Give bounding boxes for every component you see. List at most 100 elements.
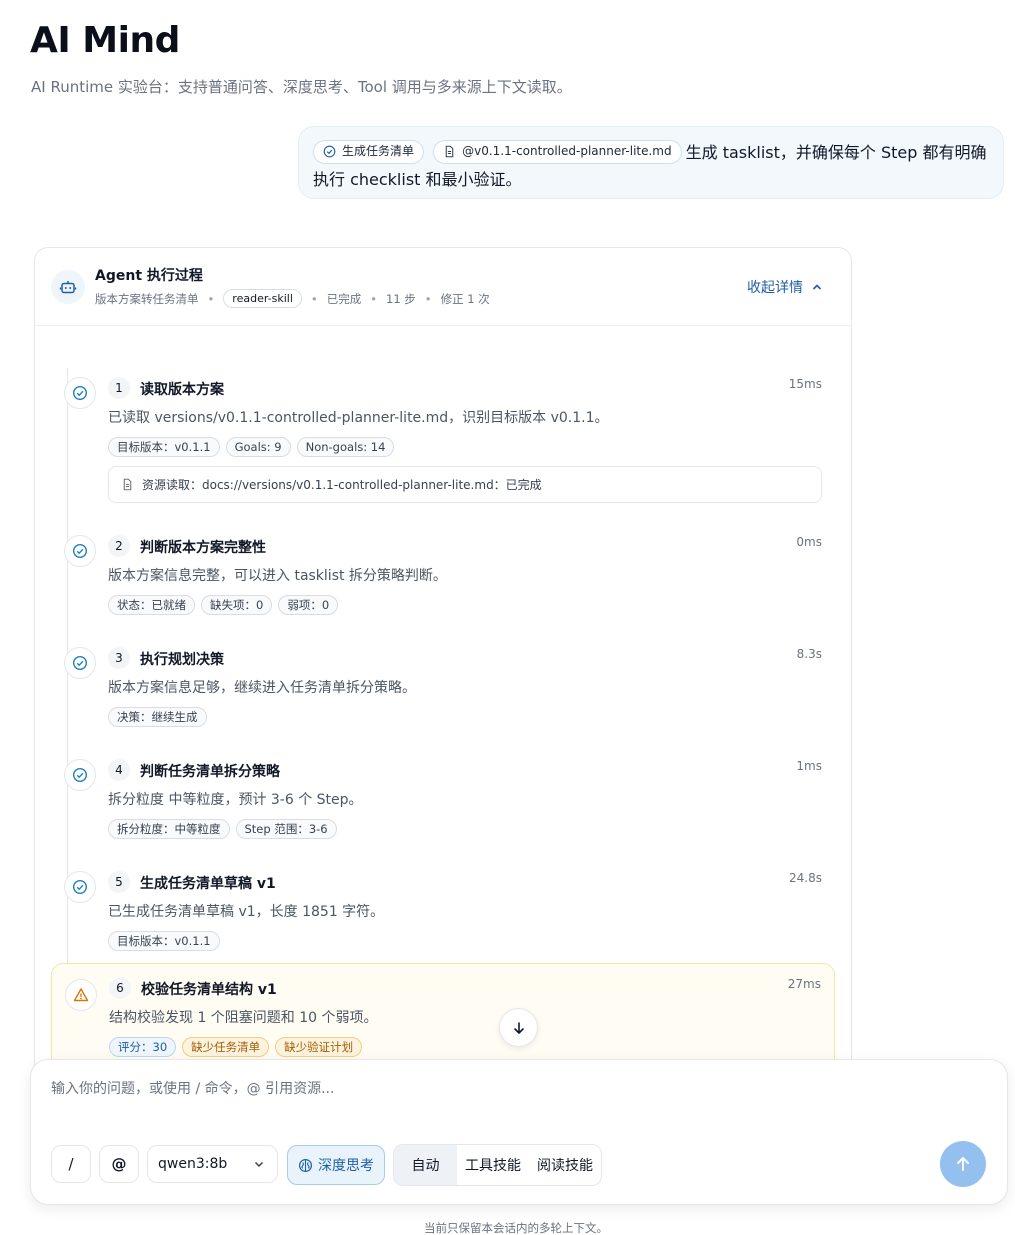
brain-icon (298, 1158, 313, 1172)
check-circle-icon (72, 385, 88, 401)
agent-panel-meta: 版本方案转任务清单 • reader-skill • 已完成 • 11 步 • … (95, 289, 490, 308)
step-duration: 8.3s (796, 647, 822, 661)
step-description: 版本方案信息足够，继续进入任务清单拆分策略。 (108, 680, 416, 696)
step-tag: Step 范围：3-6 (235, 819, 337, 839)
meta-revisions: 修正 1 次 (440, 291, 490, 306)
step-duration: 27ms (787, 977, 821, 991)
model-select-value: qwen3:8b (158, 1156, 228, 1172)
step-title: 判断任务清单拆分策略 (140, 764, 280, 780)
step-tag: 缺失项：0 (201, 595, 273, 615)
file-icon (123, 478, 132, 491)
step-tags: 评分：30 缺少任务清单 缺少验证计划 (109, 1037, 363, 1057)
step-status (64, 377, 96, 409)
step-number: 5 (108, 871, 130, 893)
step-tag: Goals: 9 (225, 437, 291, 457)
skill-chip-label: 生成任务清单 (342, 144, 415, 158)
step-tags: 拆分粒度：中等粒度 Step 范围：3-6 (108, 819, 337, 839)
meta-separator: • (370, 291, 377, 306)
step-tag: 拆分粒度：中等粒度 (108, 819, 230, 839)
meta-separator: • (310, 291, 318, 306)
footer-note: 当前只保留本会话内的多轮上下文。 (424, 1221, 608, 1235)
step-tag-score: 评分：30 (109, 1037, 177, 1057)
chat-composer: / @ qwen3:8b 深度思考 自动 工具技能 阅读技能 (30, 1059, 1008, 1205)
arrow-up-icon (957, 1157, 969, 1171)
agent-panel-title: Agent 执行过程 (95, 268, 203, 284)
app-title: AI Mind (30, 20, 180, 61)
step-description: 已读取 versions/v0.1.1-controlled-planner-l… (108, 410, 609, 426)
step-tag: 目标版本：v0.1.1 (108, 437, 220, 457)
file-icon (445, 145, 454, 158)
step-title: 读取版本方案 (140, 382, 224, 398)
agent-avatar (51, 270, 85, 304)
check-circle-icon (72, 767, 88, 783)
step-tags: 目标版本：v0.1.1 Goals: 9 Non-goals: 14 (108, 437, 395, 457)
collapse-details-label: 收起详情 (747, 280, 803, 296)
warning-icon (73, 988, 89, 1002)
step-description: 已生成任务清单草稿 v1，长度 1851 字符。 (108, 904, 385, 920)
scroll-to-bottom-button[interactable] (499, 1008, 538, 1047)
step-number: 6 (109, 977, 131, 999)
step-number: 3 (108, 647, 130, 669)
step-duration: 15ms (788, 377, 822, 391)
step-description: 拆分粒度 中等粒度，预计 3-6 个 Step。 (108, 792, 363, 808)
meta-status: 已完成 (326, 291, 362, 306)
skill-chip[interactable]: 生成任务清单 (313, 139, 425, 164)
app-subtitle: AI Runtime 实验台：支持普通问答、深度思考、Tool 调用与多来源上下… (31, 78, 572, 96)
step-number: 1 (108, 377, 130, 399)
step-5: 5 生成任务清单草稿 v1 24.8s 已生成任务清单草稿 v1，长度 1851… (51, 862, 835, 962)
mention-button[interactable]: @ (99, 1145, 139, 1183)
slash-command-button[interactable]: / (51, 1145, 91, 1183)
step-title: 生成任务清单草稿 v1 (140, 876, 276, 892)
mode-segmented-control: 自动 工具技能 阅读技能 (393, 1144, 602, 1186)
check-circle-icon (72, 655, 88, 671)
chevron-down-icon (254, 1161, 264, 1168)
step-tags: 状态：已就绪 缺失项：0 弱项：0 (108, 595, 339, 615)
user-message: 生成任务清单 @v0.1.1-controlled-planner-lite.m… (298, 126, 1004, 199)
step-tag-issue: 缺少验证计划 (275, 1037, 363, 1057)
step-description: 版本方案信息完整，可以进入 tasklist 拆分策略判断。 (108, 568, 447, 584)
step-title: 执行规划决策 (140, 652, 224, 668)
step-duration: 24.8s (789, 871, 822, 885)
mode-tool-skill[interactable]: 工具技能 (457, 1145, 529, 1185)
check-circle-icon (323, 145, 336, 158)
step-status (64, 759, 96, 791)
step-2: 2 判断版本方案完整性 0ms 版本方案信息完整，可以进入 tasklist 拆… (51, 526, 835, 626)
chevron-up-icon (812, 284, 822, 290)
resource-read-text: 资源读取：docs://versions/v0.1.1-controlled-p… (142, 478, 542, 492)
step-number: 4 (108, 759, 130, 781)
mode-auto[interactable]: 自动 (394, 1145, 457, 1185)
file-chip[interactable]: @v0.1.1-controlled-planner-lite.md (433, 139, 682, 164)
step-1: 1 读取版本方案 15ms 已读取 versions/v0.1.1-contro… (51, 368, 835, 508)
step-tags: 决策：继续生成 (108, 707, 207, 727)
step-status (64, 647, 96, 679)
step-title: 校验任务清单结构 v1 (141, 982, 277, 998)
robot-icon (59, 281, 77, 294)
deep-think-toggle[interactable]: 深度思考 (287, 1145, 385, 1185)
agent-panel: Agent 执行过程 版本方案转任务清单 • reader-skill • 已完… (34, 247, 852, 1077)
step-tag: 目标版本：v0.1.1 (108, 931, 220, 951)
resource-read-box: 资源读取：docs://versions/v0.1.1-controlled-p… (108, 466, 822, 503)
step-description: 结构校验发现 1 个阻塞问题和 10 个弱项。 (109, 1010, 378, 1026)
step-status (65, 979, 97, 1011)
step-tag: Non-goals: 14 (296, 437, 395, 457)
model-select[interactable]: qwen3:8b (147, 1145, 278, 1183)
meta-separator: • (207, 291, 215, 306)
arrow-down-icon (513, 1021, 524, 1034)
step-tag: 弱项：0 (278, 595, 339, 615)
step-status (64, 871, 96, 903)
step-tag: 状态：已就绪 (108, 595, 195, 615)
meta-separator: • (424, 291, 432, 306)
mode-read-skill[interactable]: 阅读技能 (529, 1145, 601, 1185)
chat-input[interactable] (51, 1074, 931, 1104)
check-circle-icon (72, 879, 88, 895)
send-button[interactable] (940, 1141, 986, 1187)
step-4: 4 判断任务清单拆分策略 1ms 拆分粒度 中等粒度，预计 3-6 个 Step… (51, 750, 835, 850)
step-duration: 0ms (796, 535, 822, 549)
meta-mode: 版本方案转任务清单 (95, 291, 199, 306)
step-number: 2 (108, 535, 130, 557)
file-chip-label: @v0.1.1-controlled-planner-lite.md (462, 144, 672, 158)
deep-think-label: 深度思考 (318, 1158, 374, 1174)
step-tag: 决策：继续生成 (108, 707, 207, 727)
check-circle-icon (72, 543, 88, 559)
collapse-details-button[interactable]: 收起详情 (747, 277, 823, 297)
